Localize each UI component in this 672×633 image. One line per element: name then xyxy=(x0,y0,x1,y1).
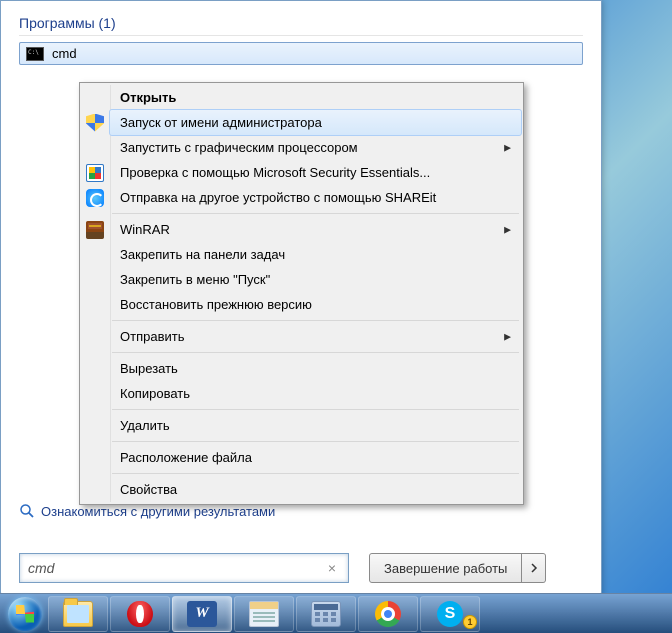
menu-item-run-gpu[interactable]: Запустить с графическим процессором xyxy=(110,135,521,160)
menu-separator xyxy=(112,320,519,321)
menu-item-restore-previous[interactable]: Восстановить прежнюю версию xyxy=(110,292,521,317)
taskbar-item-chrome[interactable] xyxy=(358,596,418,632)
taskbar-item-word[interactable]: W xyxy=(172,596,232,632)
taskbar-item-opera[interactable] xyxy=(110,596,170,632)
menu-item-cut[interactable]: Вырезать xyxy=(110,356,521,381)
menu-separator xyxy=(112,409,519,410)
taskbar-item-calculator[interactable] xyxy=(296,596,356,632)
search-input[interactable] xyxy=(28,560,324,576)
menu-item-pin-start[interactable]: Закрепить в меню "Пуск" xyxy=(110,267,521,292)
shutdown-label: Завершение работы xyxy=(384,561,507,576)
menu-item-delete[interactable]: Удалить xyxy=(110,413,521,438)
skype-icon: S xyxy=(437,601,463,627)
start-button[interactable] xyxy=(4,595,46,633)
menu-item-run-as-admin[interactable]: Запуск от имени администратора xyxy=(109,109,522,136)
shutdown-options-button[interactable] xyxy=(522,553,546,583)
taskbar: W S 1 xyxy=(0,593,672,633)
calculator-icon xyxy=(311,601,341,627)
word-icon: W xyxy=(187,601,217,627)
menu-item-winrar[interactable]: WinRAR xyxy=(110,217,521,242)
divider xyxy=(19,35,583,36)
see-more-results-link[interactable]: Ознакомиться с другими результатами xyxy=(19,503,275,519)
menu-item-copy[interactable]: Копировать xyxy=(110,381,521,406)
start-menu-bottom-row: × Завершение работы xyxy=(19,553,583,583)
menu-separator xyxy=(112,213,519,214)
notification-badge: 1 xyxy=(463,615,477,629)
windows-logo-icon xyxy=(8,597,42,631)
clear-search-icon[interactable]: × xyxy=(324,560,340,576)
taskbar-item-explorer[interactable] xyxy=(48,596,108,632)
search-result-cmd[interactable]: cmd xyxy=(19,42,583,65)
menu-item-send-to[interactable]: Отправить xyxy=(110,324,521,349)
chrome-icon xyxy=(375,601,401,627)
opera-icon xyxy=(127,601,153,627)
menu-separator xyxy=(112,441,519,442)
notepad-icon xyxy=(249,601,279,627)
shield-icon xyxy=(86,114,104,132)
shutdown-button-group: Завершение работы xyxy=(369,553,546,583)
mse-icon xyxy=(86,164,104,182)
menu-item-properties[interactable]: Свойства xyxy=(110,477,521,502)
winrar-icon xyxy=(86,221,104,239)
menu-item-shareit[interactable]: Отправка на другое устройство с помощью … xyxy=(110,185,521,210)
shutdown-button[interactable]: Завершение работы xyxy=(369,553,522,583)
search-result-label: cmd xyxy=(52,46,77,61)
results-section-header: Программы (1) xyxy=(19,15,583,31)
menu-item-open-file-location[interactable]: Расположение файла xyxy=(110,445,521,470)
menu-item-open[interactable]: Открыть xyxy=(110,85,521,110)
search-box[interactable]: × xyxy=(19,553,349,583)
search-icon xyxy=(19,503,35,519)
taskbar-item-skype[interactable]: S 1 xyxy=(420,596,480,632)
cmd-icon xyxy=(26,47,44,61)
file-explorer-icon xyxy=(63,601,93,627)
see-more-label: Ознакомиться с другими результатами xyxy=(41,504,275,519)
taskbar-item-notepad[interactable] xyxy=(234,596,294,632)
menu-separator xyxy=(112,352,519,353)
menu-separator xyxy=(112,473,519,474)
shareit-icon xyxy=(86,189,104,207)
menu-item-pin-taskbar[interactable]: Закрепить на панели задач xyxy=(110,242,521,267)
menu-item-mse-scan[interactable]: Проверка с помощью Microsoft Security Es… xyxy=(110,160,521,185)
context-menu: Открыть Запуск от имени администратора З… xyxy=(79,82,524,505)
